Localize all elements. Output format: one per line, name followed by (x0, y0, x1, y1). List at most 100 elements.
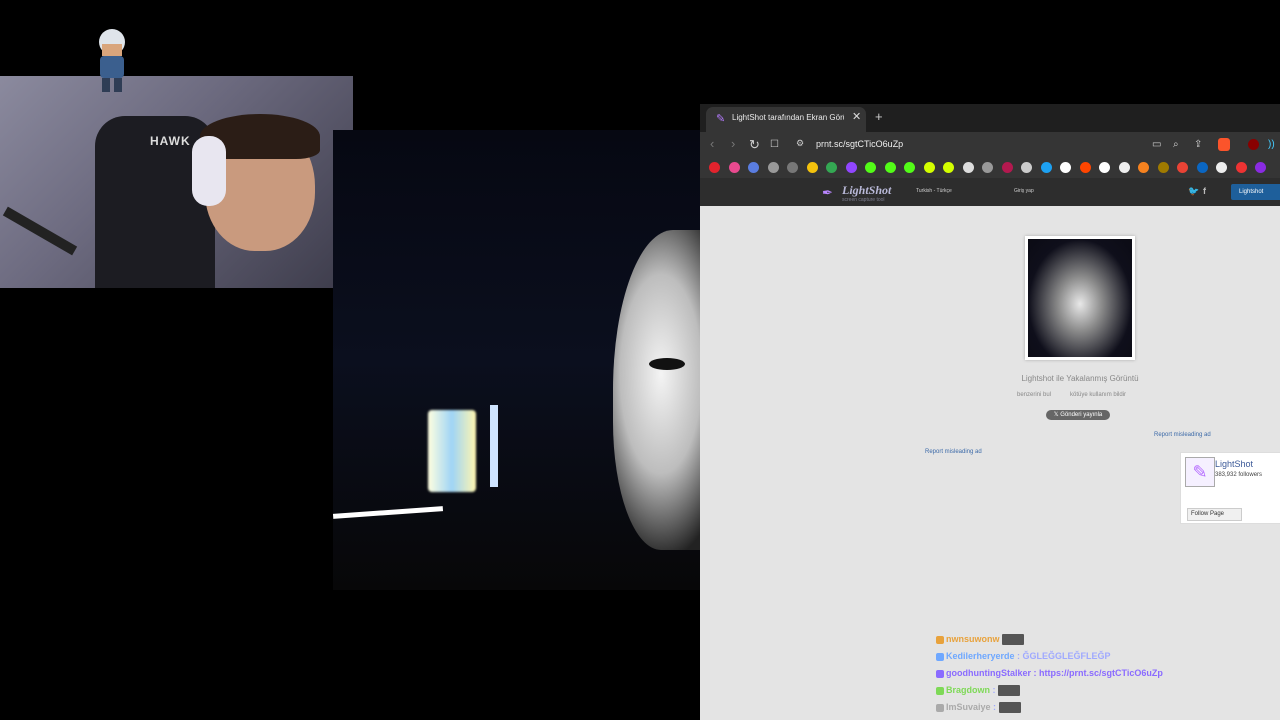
lightshot-page-logo-icon[interactable]: ✎ (1185, 457, 1215, 487)
chat-emote-icon (1002, 634, 1024, 646)
site-info-icon[interactable]: ⚙ (796, 138, 804, 149)
chat-badge-icon (936, 703, 944, 712)
bookmark-button[interactable]: ☐ (770, 138, 779, 151)
bookmark-icon[interactable] (1001, 162, 1013, 173)
brave-shield-icon[interactable] (1218, 138, 1230, 151)
zoom-icon[interactable]: ⌕ (1173, 138, 1179, 151)
tweet-button[interactable]: 𝕏 Gönderi yayınla (1046, 410, 1110, 420)
screenshot-frame[interactable] (1025, 236, 1135, 360)
bookmark-icon[interactable] (1060, 162, 1071, 173)
address-bar[interactable]: prnt.sc/sgtCTicO6uZp (816, 139, 903, 149)
facebook-icon[interactable]: f (1203, 186, 1206, 196)
chat-username[interactable]: ImSuvaiye (946, 702, 993, 712)
bookmark-icon[interactable] (709, 162, 720, 173)
back-button[interactable]: ‹ (710, 137, 714, 150)
lamp-light-bar (490, 405, 498, 487)
light-streak (333, 506, 444, 519)
twitter-icon[interactable]: 🐦 (1188, 186, 1199, 197)
chat-message: ImSuvaiye : (936, 702, 1021, 714)
chat-message: nwnsuwonw (936, 634, 1024, 646)
chat-badge-icon (936, 652, 944, 661)
report-ad-link[interactable]: Report misleading ad (925, 449, 982, 455)
browser-window: ✎ LightShot tarafından Ekran Görüntüsü ✕… (700, 104, 1280, 720)
close-icon[interactable]: ✕ (852, 110, 861, 123)
tab-title: LightShot tarafından Ekran Görüntüsü (732, 113, 844, 122)
chat-username[interactable]: Kedilerheryerde (946, 651, 1017, 661)
bookmark-icon[interactable] (1021, 162, 1032, 173)
avatar-figure-icon (99, 29, 125, 92)
bookmark-icon[interactable] (845, 162, 857, 173)
chat-message: Kedilerheryerde : ĞGLEĞGLEĞFLEĞP (936, 651, 1111, 661)
bookmark-icon[interactable] (787, 162, 798, 173)
mic-arm (2, 206, 78, 256)
bookmark-icon[interactable] (1177, 162, 1188, 173)
screenshot-image (1028, 239, 1132, 357)
bookmark-icon[interactable] (728, 162, 740, 173)
chat-badge-icon (936, 635, 944, 644)
chat-message: goodhuntingStalker : https://prnt.sc/sgt… (936, 668, 1163, 678)
ublock-icon[interactable] (1248, 139, 1259, 150)
chat-emote-icon (998, 702, 1021, 714)
login-link[interactable]: Giriş yap (1014, 188, 1034, 194)
fb-followers: 383,932 followers (1215, 472, 1263, 478)
video-person-eye (649, 358, 685, 370)
video-person (613, 230, 700, 550)
forward-button[interactable]: › (731, 137, 735, 150)
follow-page-button[interactable]: Follow Page (1187, 508, 1242, 521)
headset (192, 136, 226, 206)
bookmark-icon[interactable] (1099, 162, 1110, 173)
bookmark-icon[interactable] (1118, 162, 1130, 173)
bookmark-icon[interactable] (1157, 162, 1169, 173)
bookmark-icon[interactable] (1216, 162, 1227, 173)
screenshot-title: Lightshot ile Yakalanmış Görüntü (1021, 374, 1139, 383)
find-similar-link[interactable]: benzerini bul (1017, 392, 1051, 398)
tab-bar: ✎ LightShot tarafından Ekran Görüntüsü ✕… (700, 104, 1280, 132)
bookmark-icon[interactable] (982, 162, 993, 173)
video-player (333, 130, 700, 590)
chat-username[interactable]: Bragdown (946, 685, 993, 695)
bookmark-icon[interactable] (1040, 162, 1052, 173)
chat-username[interactable]: goodhuntingStalker (946, 668, 1034, 678)
bookmark-icon[interactable] (826, 162, 837, 173)
bookmark-icon[interactable] (943, 162, 954, 173)
new-tab-button[interactable]: + (875, 109, 883, 124)
chat-message: Bragdown : (936, 685, 1020, 697)
chat-text: : (993, 702, 999, 712)
lightshot-header: ✒ LightShot screen capture tool Turkish … (700, 178, 1280, 206)
browser-toolbar: ‹ › ↻ ☐ ⚙ prnt.sc/sgtCTicO6uZp ▭ ⌕ ⇪ )) (700, 132, 1280, 158)
bookmark-icon[interactable] (1235, 162, 1247, 173)
bookmark-icon[interactable] (923, 162, 935, 173)
bookmark-icon[interactable] (767, 162, 779, 173)
bookmark-icon[interactable] (1255, 162, 1266, 173)
cast-icon[interactable]: ▭ (1152, 138, 1161, 151)
bookmark-icon[interactable] (884, 162, 896, 173)
fb-page-name[interactable]: LightShot (1215, 459, 1253, 469)
extension-icon[interactable]: )) (1268, 139, 1275, 150)
chat-badge-icon (936, 686, 944, 695)
webcam-overlay: HAWK (0, 76, 353, 288)
bookmark-icon[interactable] (904, 162, 915, 173)
download-lightshot-button[interactable]: Lightshot (1231, 184, 1280, 200)
lightshot-logo[interactable]: LightShot (842, 183, 891, 198)
share-icon[interactable]: ⇪ (1194, 138, 1202, 151)
report-abuse-link[interactable]: kötüye kullanım bildir (1070, 392, 1126, 398)
bookmark-icon[interactable] (748, 162, 759, 173)
tab-lightshot[interactable]: ✎ LightShot tarafından Ekran Görüntüsü ✕ (706, 107, 866, 132)
chat-username[interactable]: nwnsuwonw (946, 634, 1002, 644)
bookmark-icon[interactable] (806, 162, 818, 173)
bookmark-icon[interactable] (865, 162, 876, 173)
report-ad-link[interactable]: Report misleading ad (1154, 432, 1211, 438)
lightshot-feather-icon: ✒ (822, 185, 833, 200)
chat-emote-icon (998, 685, 1020, 697)
chat-badge-icon (936, 669, 944, 678)
feather-icon: ✎ (716, 113, 726, 125)
reload-button[interactable]: ↻ (749, 138, 760, 151)
language-link[interactable]: Turkish - Türkçe (916, 188, 952, 194)
chair-logo: HAWK (150, 134, 191, 148)
bookmark-icon[interactable] (1138, 162, 1149, 173)
bookmark-icon[interactable] (1079, 162, 1091, 173)
facebook-page-widget: ✎ LightShot 383,932 followers Follow Pag… (1180, 452, 1280, 524)
lamp-light (428, 410, 476, 492)
bookmark-icon[interactable] (962, 162, 974, 173)
bookmark-icon[interactable] (1196, 162, 1208, 173)
